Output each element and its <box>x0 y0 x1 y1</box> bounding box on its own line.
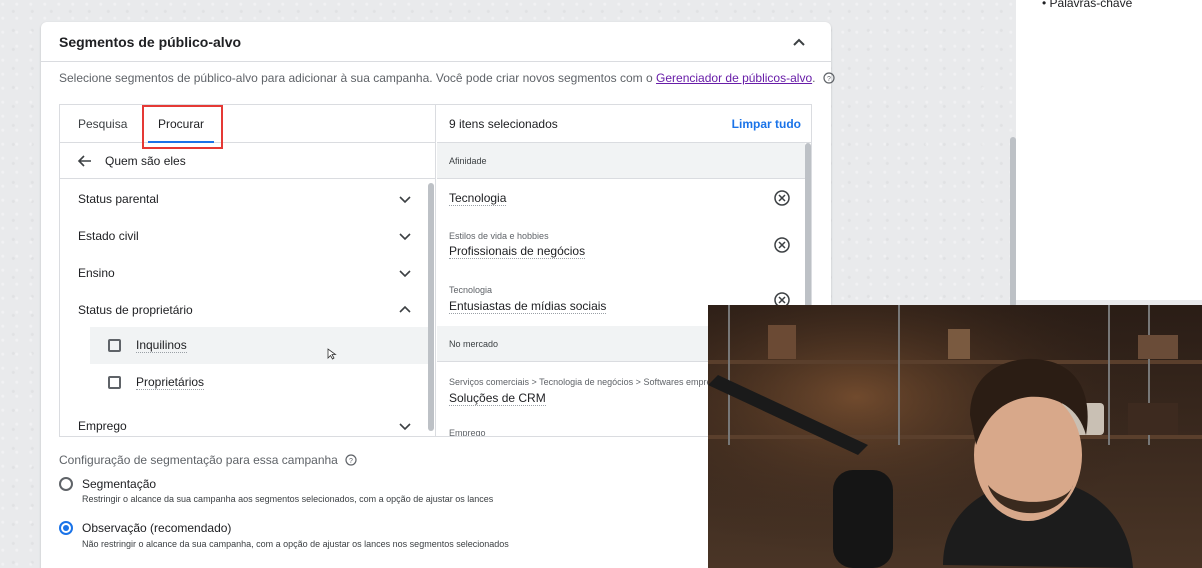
remove-circle-icon[interactable] <box>773 189 791 207</box>
side-scrollbar[interactable] <box>1010 137 1016 307</box>
category-label: Estado civil <box>78 229 139 243</box>
svg-text:?: ? <box>349 458 353 465</box>
segments-panel: Pesquisa Procurar Quem são eles Status p… <box>59 104 812 437</box>
category-parental-status[interactable]: Status parental <box>60 181 428 218</box>
group-heading-label: Afinidade <box>449 156 487 166</box>
option-observation-description: Não restringir o alcance da sua campanha… <box>82 539 509 549</box>
side-panel: • Palavras-chave <box>1016 0 1202 300</box>
category-employment[interactable]: Emprego <box>60 408 428 445</box>
back-label: Quem são eles <box>105 154 186 168</box>
selected-item-name: Tecnologia <box>449 191 507 206</box>
targeting-setting-label: Configuração de segmentação para essa ca… <box>59 453 338 467</box>
group-heading-label: No mercado <box>449 339 499 349</box>
option-label: Inquilinos <box>136 338 187 353</box>
selected-item-category: Tecnologia <box>449 285 493 295</box>
mouse-cursor-icon <box>327 348 337 360</box>
chevron-down-icon <box>399 270 411 278</box>
browse-scrollbar[interactable] <box>428 183 434 431</box>
group-heading-label: Emprego <box>449 428 486 436</box>
audience-manager-link[interactable]: Gerenciador de públicos-alvo <box>656 71 812 85</box>
option-renters[interactable]: Inquilinos <box>90 327 428 364</box>
webcam-scene-image <box>708 305 1202 568</box>
option-label: Proprietários <box>136 375 205 390</box>
svg-text:?: ? <box>827 76 831 83</box>
tab-search[interactable]: Pesquisa <box>78 105 127 143</box>
option-observation-label: Observação (recomendado) <box>82 521 232 535</box>
selected-item-name: Entusiastas de mídias sociais <box>449 299 607 314</box>
back-row[interactable]: Quem são eles <box>60 143 436 179</box>
targeting-setting-title: Configuração de segmentação para essa ca… <box>59 453 357 467</box>
category-homeownership-status[interactable]: Status de proprietário <box>60 292 428 329</box>
category-education[interactable]: Ensino <box>60 255 428 292</box>
selected-item-name: Profissionais de negócios <box>449 244 586 259</box>
intro-text-suffix: . <box>812 71 816 85</box>
category-marital-status[interactable]: Estado civil <box>60 218 428 255</box>
chevron-down-icon <box>399 423 411 431</box>
side-list-item: • Palavras-chave <box>1042 0 1133 10</box>
category-label: Emprego <box>78 419 127 433</box>
arrow-back-icon[interactable] <box>76 152 94 170</box>
category-label: Status de proprietário <box>78 303 193 317</box>
card-title: Segmentos de público-alvo <box>59 34 242 50</box>
webcam-video-overlay <box>708 305 1202 568</box>
help-icon[interactable]: ? <box>345 454 357 466</box>
tab-bar: Pesquisa Procurar <box>60 105 436 149</box>
checkbox-icon[interactable] <box>108 339 121 352</box>
option-targeting-description: Restringir o alcance da sua campanha aos… <box>82 494 494 504</box>
chevron-down-icon <box>399 233 411 241</box>
selected-count: 9 itens selecionados <box>449 117 558 131</box>
option-targeting-label: Segmentação <box>82 477 157 491</box>
checkbox-icon[interactable] <box>108 376 121 389</box>
category-label: Ensino <box>78 266 115 280</box>
selected-item: Estilos de vida e hobbies Profissionais … <box>437 216 805 271</box>
selected-header: 9 itens selecionados Limpar tudo <box>437 105 811 143</box>
remove-circle-icon[interactable] <box>773 236 791 254</box>
group-heading-affinity: Afinidade <box>437 143 805 179</box>
radio-targeting[interactable] <box>59 477 73 491</box>
intro-text: Selecione segmentos de público-alvo para… <box>59 71 835 85</box>
selected-item: Tecnologia <box>437 180 805 216</box>
radio-observation[interactable] <box>59 521 73 535</box>
chevron-up-icon[interactable] <box>789 32 809 52</box>
chevron-down-icon <box>399 196 411 204</box>
clear-all-button[interactable]: Limpar tudo <box>732 117 801 131</box>
card-header[interactable]: Segmentos de público-alvo <box>41 22 831 62</box>
selected-item-category: Serviços comerciais > Tecnologia de negó… <box>449 377 738 387</box>
chevron-up-icon <box>399 305 411 313</box>
option-homeowners[interactable]: Proprietários <box>90 364 428 401</box>
selected-item-name: Soluções de CRM <box>449 391 546 406</box>
category-label: Status parental <box>78 192 159 206</box>
browse-pane: Pesquisa Procurar Quem são eles Status p… <box>60 105 436 436</box>
help-icon[interactable]: ? <box>823 72 835 84</box>
selected-item-category: Estilos de vida e hobbies <box>449 231 549 241</box>
intro-text-body: Selecione segmentos de público-alvo para… <box>59 71 657 85</box>
tab-browse[interactable]: Procurar <box>147 105 215 143</box>
